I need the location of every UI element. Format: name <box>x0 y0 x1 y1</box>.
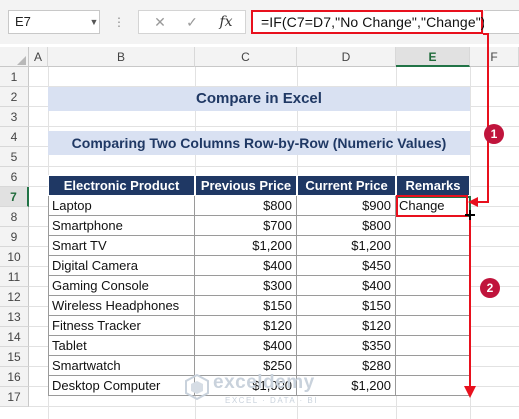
connector-line <box>471 33 489 203</box>
logo-icon <box>185 374 209 400</box>
step-2-badge: 2 <box>480 278 500 298</box>
fill-handle-cursor-icon <box>465 210 475 220</box>
step-1-badge: 1 <box>484 124 504 144</box>
watermark: exceldemy EXCEL · DATA · BI <box>185 372 355 408</box>
watermark-tagline: EXCEL · DATA · BI <box>225 396 318 405</box>
arrow-down-icon <box>464 386 476 398</box>
watermark-name: exceldemy <box>213 372 315 393</box>
arrow-left-icon <box>468 197 478 207</box>
annotation-overlay <box>464 33 489 398</box>
